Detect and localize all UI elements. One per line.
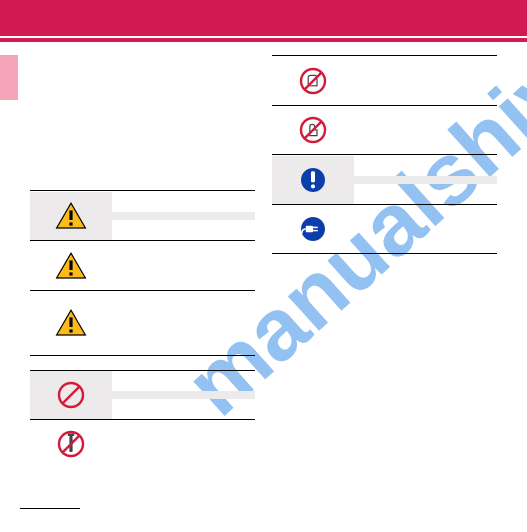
footer-rule xyxy=(20,508,80,509)
side-tab xyxy=(0,55,18,100)
table-row xyxy=(272,155,497,205)
warning-triangle-icon xyxy=(55,250,87,282)
mandatory-exclaim-icon xyxy=(297,164,329,196)
warning-triangle-icon xyxy=(55,307,87,339)
no-wet-hands-icon xyxy=(297,65,329,97)
table-row xyxy=(30,420,255,468)
table-row xyxy=(30,241,255,291)
warning-triangle-icon xyxy=(55,200,87,232)
table-row xyxy=(272,106,497,155)
table-row xyxy=(30,291,255,356)
table-row xyxy=(272,56,497,106)
table-row xyxy=(30,371,255,420)
right-column xyxy=(272,55,497,254)
left-column xyxy=(30,190,255,468)
table-row xyxy=(272,205,497,254)
unplug-icon xyxy=(297,213,329,245)
prohibition-icon xyxy=(55,379,87,411)
header-band xyxy=(0,0,527,42)
no-disassemble-icon xyxy=(55,428,87,460)
no-touch-icon xyxy=(297,114,329,146)
table-row xyxy=(30,191,255,241)
